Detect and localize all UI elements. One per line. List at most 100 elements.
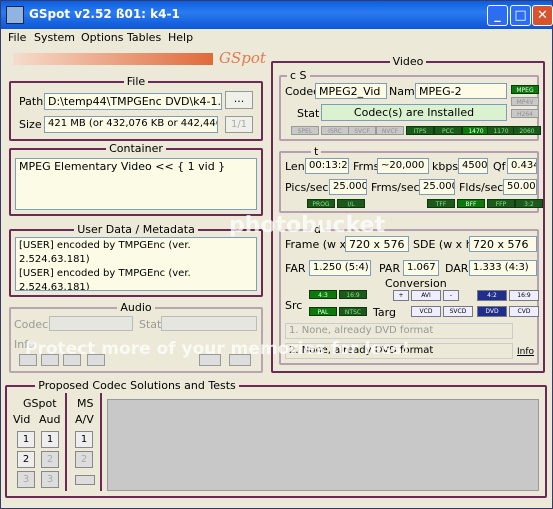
frms-label: Frms: [353, 160, 380, 173]
qf-field: 0.434: [507, 158, 537, 174]
proposed-divider: [65, 393, 67, 491]
src-led: PAL: [309, 307, 337, 316]
audio-legend: Audio: [117, 301, 155, 314]
stat-label: Stat: [297, 107, 320, 120]
stat-led: SVCF: [348, 126, 376, 135]
vid-label: Vid: [13, 413, 31, 426]
frms-sec-label: Frms/sec: [371, 181, 420, 194]
stat-led: SPEL: [291, 126, 319, 135]
file-group: File Path D:\temp44\TMPGEnc DVD\k4-1.m .…: [9, 75, 263, 141]
window-title: GSpot v2.52 ß01: k4-1: [29, 7, 180, 21]
photobucket-tagline: Protect more of your memories for less!: [25, 339, 410, 359]
pics-field: 25.000: [329, 179, 367, 195]
photobucket-watermark: photobucket: [229, 213, 386, 238]
dar-field: 1.333 (4:3): [469, 260, 537, 276]
targ-42-button[interactable]: 4:2: [477, 290, 507, 301]
src-label: Src: [285, 299, 303, 312]
minimize-button[interactable]: _: [487, 5, 508, 26]
close-button[interactable]: ✕: [532, 5, 553, 26]
gspot-aud-3[interactable]: 3: [41, 471, 59, 488]
targ-vcd-button[interactable]: VCD: [411, 306, 441, 317]
menu-system[interactable]: System: [34, 31, 75, 44]
targ-minus-button[interactable]: -: [443, 290, 459, 301]
ms-av-1[interactable]: 1: [75, 431, 93, 448]
targ-169-button[interactable]: 16:9: [509, 290, 539, 301]
menu-file[interactable]: File: [8, 31, 26, 44]
t-led: FFP: [487, 199, 515, 208]
conversion-label: Conversion: [385, 277, 447, 290]
metadata-group: User Data / Metadata [USER] encoded by T…: [9, 223, 263, 297]
codec-led: H264: [511, 109, 539, 118]
t-led: BFF: [457, 199, 485, 208]
timing-subgroup: t Len 00:13:20 Frms ~20,000 kbps 4500 Qf…: [279, 145, 543, 213]
codec-field: MPEG2_Vid: [315, 83, 387, 99]
proposed-legend: Proposed Codec Solutions and Tests: [35, 379, 239, 392]
frms-field: ~20,000: [377, 158, 429, 174]
video-legend: Video: [389, 55, 427, 68]
audio-codec-field: [49, 316, 133, 331]
gspot-window: GSpot v2.52 ß01: k4-1 _ □ ✕ File System …: [0, 0, 553, 509]
frms-sec-field: 25.000: [419, 179, 455, 195]
targ-avi-button[interactable]: AVI: [411, 290, 441, 301]
stat-led: 1470: [462, 126, 490, 135]
stat-led: PCC: [434, 126, 462, 135]
container-field: MPEG Elementary Video << { 1 vid }: [15, 158, 257, 210]
size-field: 421 MB (or 432,076 KB or 442,446,29: [44, 116, 218, 133]
app-icon: [6, 6, 24, 24]
t-label: t: [311, 145, 322, 158]
kbps-field: 4500: [458, 158, 488, 174]
conversion-line-1: 1. None, already DVD format: [285, 323, 513, 339]
t-led: PROG: [307, 199, 335, 208]
sde-label: SDE (w x h): [413, 238, 477, 251]
kbps-label: kbps: [432, 160, 459, 173]
stat-led: ITPS: [406, 126, 434, 135]
gspot-vid-1[interactable]: 1: [17, 431, 35, 448]
len-label: Len: [285, 160, 305, 173]
audio-stat-label: Stat: [139, 318, 162, 331]
av-label: A/V: [75, 413, 94, 426]
maximize-button[interactable]: □: [510, 5, 531, 26]
gspot-logo: GSpot: [219, 49, 266, 67]
src-led: 4:3: [309, 290, 337, 299]
sde-field: 720 x 576: [469, 236, 537, 252]
ms-av-extra[interactable]: [75, 475, 95, 485]
aud-label: Aud: [39, 413, 61, 426]
targ-svcd-button[interactable]: SVCD: [443, 306, 473, 317]
menu-tables[interactable]: Tables: [127, 31, 161, 44]
file-legend: File: [123, 75, 149, 88]
par-label: PAR: [379, 262, 401, 275]
targ-dvd-button[interactable]: DVD: [477, 306, 507, 317]
menu-help[interactable]: Help: [168, 31, 193, 44]
container-group: Container MPEG Elementary Video << { 1 v…: [9, 142, 263, 216]
stat-led: NVCF: [376, 126, 404, 135]
stat-led: ISRC: [321, 126, 349, 135]
flds-label: Flds/sec: [459, 181, 504, 194]
cs-label: c S: [287, 69, 310, 82]
audio-codec-label: Codec: [14, 318, 49, 331]
stat-led: 2060: [513, 126, 541, 135]
targ-plus-button[interactable]: +: [393, 290, 409, 301]
codec-led: MPEG: [511, 85, 539, 94]
menu-options[interactable]: Options: [81, 31, 123, 44]
info-link[interactable]: Info: [517, 347, 534, 357]
proposed-group: Proposed Codec Solutions and Tests GSpot…: [5, 379, 547, 498]
gspot-vid-2[interactable]: 2: [17, 451, 35, 468]
far-field: 1.250 (5:4): [309, 260, 371, 276]
gspot-aud-2[interactable]: 2: [41, 451, 59, 468]
t-led: 3:2: [515, 199, 543, 208]
gspot-vid-3[interactable]: 3: [17, 471, 35, 488]
dar-label: DAR: [445, 262, 469, 275]
browse-button[interactable]: ...: [225, 91, 253, 109]
flds-field: 50.000: [503, 179, 537, 195]
path-field[interactable]: D:\temp44\TMPGEnc DVD\k4-1.m: [44, 93, 222, 110]
src-led: NTSC: [339, 307, 367, 316]
title-bar: GSpot v2.52 ß01: k4-1 _ □ ✕: [1, 1, 553, 29]
targ-cvd-button[interactable]: CVD: [509, 306, 539, 317]
targ-label: Targ: [373, 306, 396, 319]
audio-stat-field: [161, 316, 257, 331]
gspot-aud-1[interactable]: 1: [41, 431, 59, 448]
ms-av-2[interactable]: 2: [75, 451, 93, 468]
t-led: TFF: [427, 199, 455, 208]
proposed-results-panel: [107, 399, 539, 491]
codec-subgroup: c S Codec MPEG2_Vid Name MPEG-2 MPEG MP4…: [279, 69, 541, 141]
